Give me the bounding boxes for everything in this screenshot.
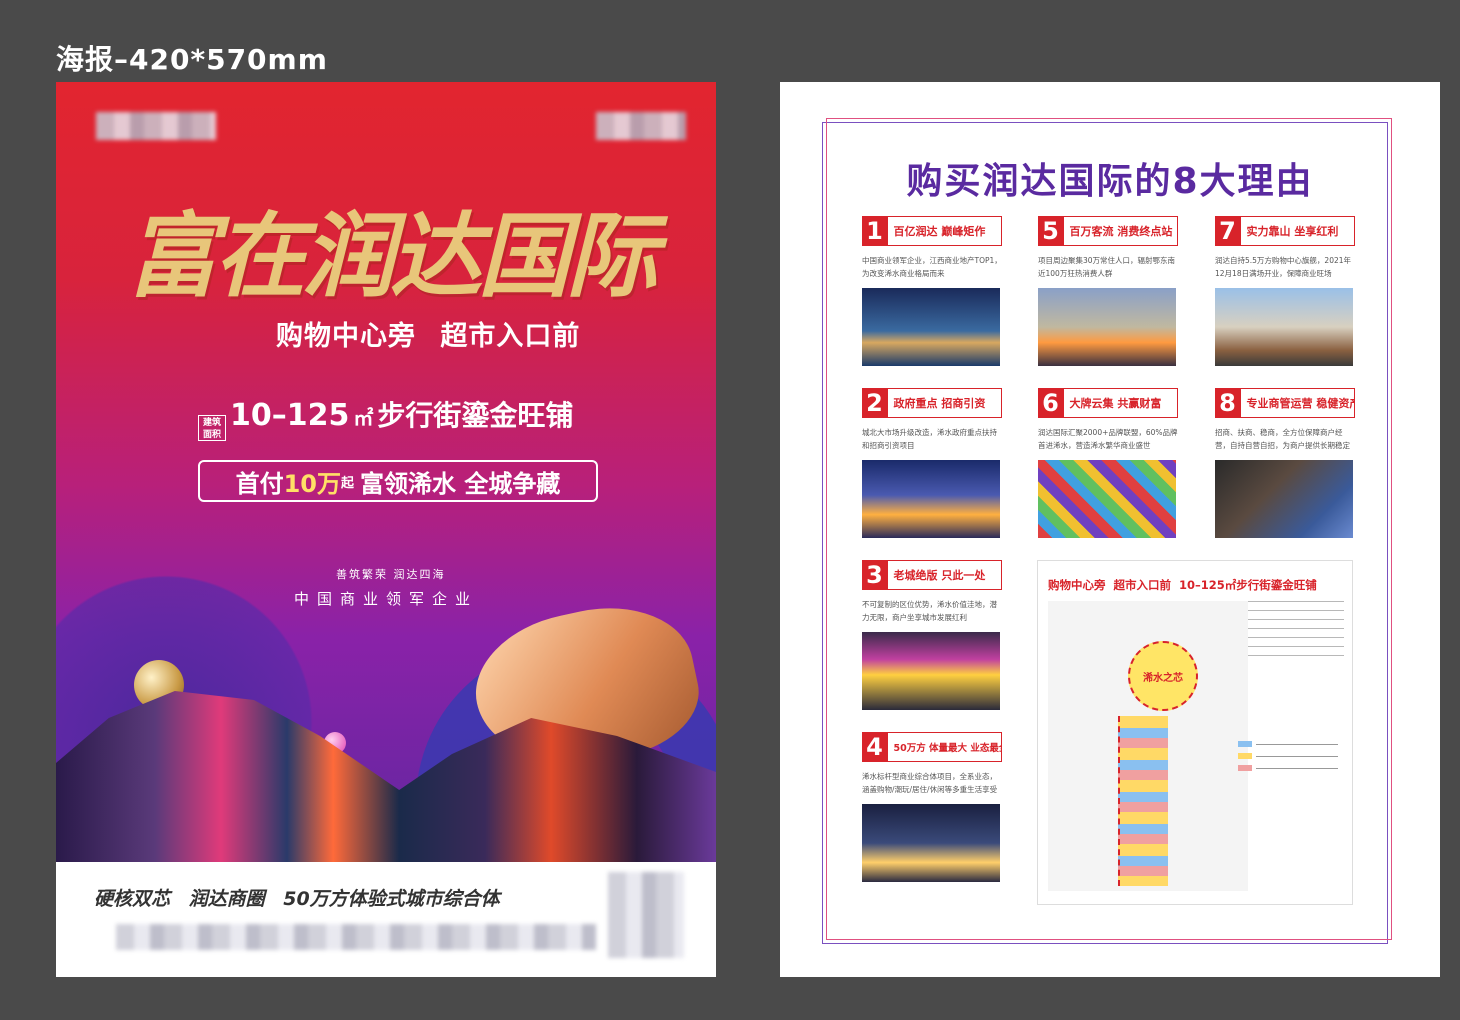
- page-label: 海报–420*570mm: [56, 43, 328, 76]
- reason-number: 2: [861, 388, 888, 418]
- slogan-big: 中国商业领军企业: [294, 590, 479, 608]
- back-title: 购买润达国际的8大理由: [906, 161, 1314, 202]
- payment-box: 首付 10万 起 富领浠水 全城争藏: [198, 460, 598, 502]
- reason-card: 7 实力靠山 坐享红利 润达自持5.5万方购物中心旗舰，2021年12月18日满场…: [1214, 216, 1355, 366]
- plan-notes: [1248, 601, 1344, 661]
- reason-image: [862, 288, 1000, 366]
- reason-card: 1 百亿润达 巅峰矩作 中国商业领军企业，江西商业地产TOP1，为改变浠水商业格局…: [861, 216, 1002, 366]
- reason-label: 大牌云集 共赢财富: [1069, 397, 1162, 410]
- area-unit: ㎡: [353, 406, 374, 430]
- reason-label: 专业商管运营 稳健资产: [1246, 397, 1355, 410]
- reason-label: 老城绝版 只此一处: [893, 569, 986, 582]
- hero-subtitle: 购物中心旁 超市入口前: [276, 321, 581, 352]
- blurred-contact: [116, 924, 596, 950]
- reason-number: 5: [1037, 216, 1064, 246]
- plan-legend: [1238, 741, 1338, 777]
- floor-plan: 购物中心旁 超市入口前 10–125㎡步行街鎏金旺铺 浠水之芯: [1037, 560, 1353, 905]
- hero-title: 富在润达国际: [126, 202, 658, 310]
- reason-image: [1215, 460, 1353, 538]
- reason-label: 50万方 体量最大 业态最全: [893, 743, 1002, 754]
- footer-text: 硬核双芯 润达商圈 50万方体验式城市综合体: [94, 888, 500, 910]
- area-line: 建筑面积 10–125 ㎡ 步行街鎏金旺铺: [198, 394, 573, 441]
- area-range: 10–125: [230, 398, 350, 433]
- blurred-logo: [96, 112, 216, 140]
- reason-image: [862, 632, 1000, 710]
- back-poster: 购买润达国际的8大理由 1 百亿润达 巅峰矩作 中国商业领军企业，江西商业地产TO…: [780, 82, 1440, 977]
- plan-center: 浠水之芯: [1128, 641, 1198, 711]
- pay-amount: 10万: [283, 469, 342, 498]
- reason-card: 8 专业商管运营 稳健资产 招商、扶商、稳商，全方位保障商户经营，自持自营自招，为…: [1214, 388, 1355, 538]
- area-tag: 建筑面积: [198, 415, 226, 441]
- reason-desc: 项目周边聚集30万常住人口，辐射鄂东南近100万狂热消费人群: [1038, 256, 1176, 278]
- reason-number: 4: [861, 732, 888, 762]
- reason-image: [1215, 288, 1353, 366]
- pay-prefix: 首付: [235, 469, 284, 498]
- reason-card: 4 50万方 体量最大 业态最全 浠水标杆型商业综合体项目，全系业态，涵盖购物/潮…: [861, 732, 1002, 882]
- reason-label: 百亿润达 巅峰矩作: [893, 225, 986, 238]
- reason-desc: 城北大市场升级改造，浠水政府重点扶持和招商引资项目: [862, 428, 997, 450]
- reason-card: 6 大牌云集 共赢财富 润达国际汇聚2000+品牌联盟，60%品牌首进浠水，营造浠…: [1037, 388, 1178, 538]
- reason-image: [1038, 288, 1176, 366]
- reason-number: 1: [861, 216, 888, 246]
- reason-desc: 润达国际汇聚2000+品牌联盟，60%品牌首进浠水，营造浠水繁华商业盛世: [1038, 428, 1178, 450]
- plan-shops: [1118, 716, 1168, 886]
- area-suffix: 步行街鎏金旺铺: [377, 399, 574, 432]
- reason-card: 5 百万客流 消费终点站 项目周边聚集30万常住人口，辐射鄂东南近100万狂热消费…: [1037, 216, 1178, 366]
- front-poster: 富在润达国际 购物中心旁 超市入口前 建筑面积 10–125 ㎡ 步行街鎏金旺铺…: [56, 82, 716, 977]
- reason-number: 7: [1214, 216, 1241, 246]
- reason-label: 实力靠山 坐享红利: [1246, 225, 1339, 238]
- reason-label: 百万客流 消费终点站: [1069, 225, 1173, 238]
- blurred-logo: [596, 112, 686, 140]
- reason-desc: 不可复制的区位优势，浠水价值洼地，潜力无限，商户坐享城市发展红利: [862, 600, 997, 622]
- blurred-qrcode: [608, 872, 684, 958]
- poster-footer: 硬核双芯 润达商圈 50万方体验式城市综合体: [56, 862, 716, 977]
- reason-image: [1038, 460, 1176, 538]
- reason-image: [862, 804, 1000, 882]
- slogan-small: 善筑繁荣 润达四海: [336, 568, 446, 581]
- reason-card: 3 老城绝版 只此一处 不可复制的区位优势，浠水价值洼地，潜力无限，商户坐享城市发…: [861, 560, 1002, 710]
- reason-image: [862, 460, 1000, 538]
- reason-desc: 浠水标杆型商业综合体项目，全系业态，涵盖购物/潮玩/居住/休闲等多重生活享受: [862, 772, 998, 794]
- reason-card: 2 政府重点 招商引资 城北大市场升级改造，浠水政府重点扶持和招商引资项目: [861, 388, 1002, 538]
- reason-number: 6: [1037, 388, 1064, 418]
- pay-rest: 富领浠水 全城争藏: [360, 469, 561, 498]
- plan-title: 购物中心旁 超市入口前 10–125㎡步行街鎏金旺铺: [1048, 578, 1317, 592]
- plan-map: 浠水之芯: [1048, 601, 1248, 891]
- reason-desc: 中国商业领军企业，江西商业地产TOP1，为改变浠水商业格局而来: [862, 256, 1002, 278]
- pay-qi: 起: [341, 475, 355, 491]
- reason-number: 8: [1214, 388, 1241, 418]
- reason-desc: 招商、扶商、稳商，全方位保障商户经营，自持自营自招，为商户提供长期稳定发展: [1215, 428, 1350, 450]
- reason-label: 政府重点 招商引资: [893, 397, 986, 410]
- reason-number: 3: [861, 560, 888, 590]
- reason-desc: 润达自持5.5万方购物中心旗舰，2021年12月18日满场开业，保障商业旺场: [1215, 256, 1352, 278]
